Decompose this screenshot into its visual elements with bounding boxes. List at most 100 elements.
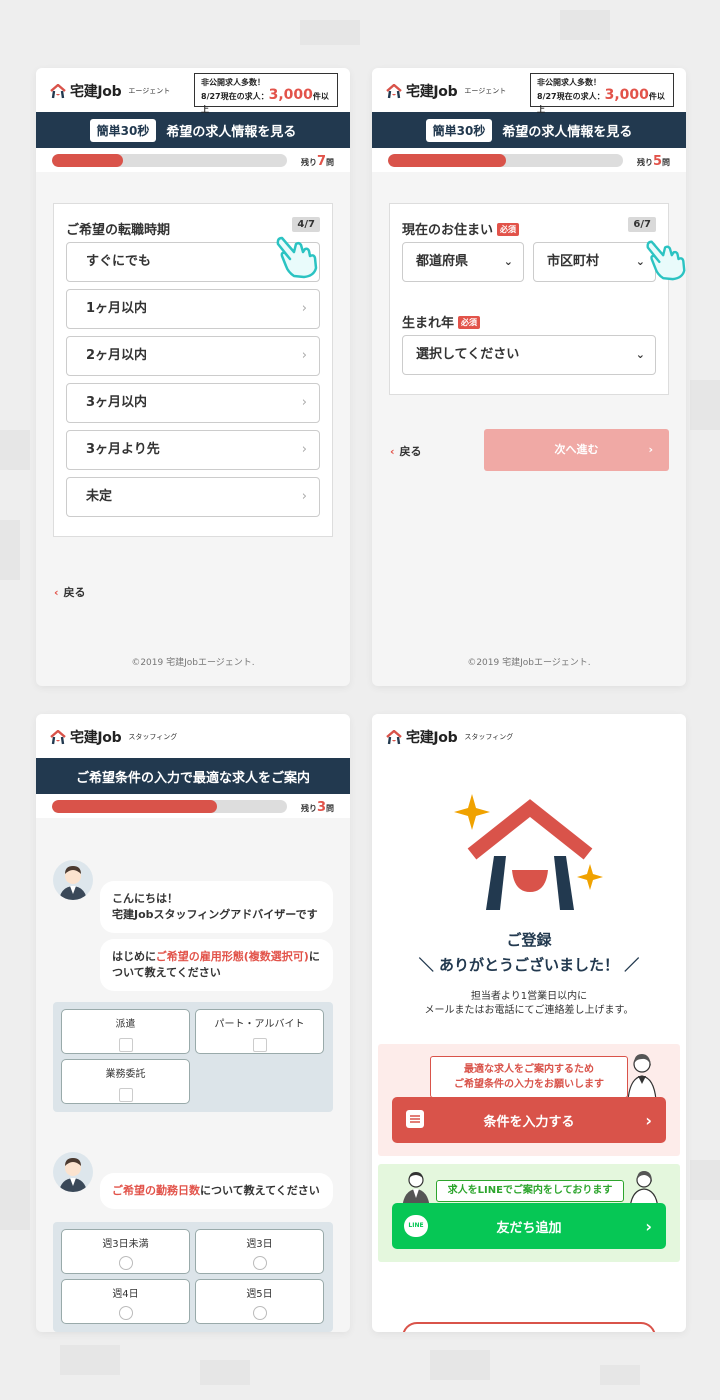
quick-pill: 簡単30秒 (89, 118, 157, 142)
enter-conditions-label: 条件を入力する (483, 1114, 575, 1130)
choice-3-days[interactable]: 週3日 (195, 1229, 324, 1274)
copyright: ©2019 宅建Jobエージェント. (467, 658, 591, 668)
choice-label: パート・アルバイト (214, 1019, 305, 1030)
line-add-friend-button[interactable]: LINE 友だち追加 › (392, 1203, 666, 1249)
option-label: 3ヶ月以内 (86, 395, 148, 410)
line-add-friend-label: 友だち追加 (496, 1220, 562, 1236)
option-label: 3ヶ月より先 (86, 442, 160, 457)
choice-part-time[interactable]: パート・アルバイト (195, 1009, 324, 1054)
choice-contract[interactable]: 業務委託 (61, 1059, 190, 1104)
city-select[interactable]: 市区町村 ⌄ (533, 242, 656, 282)
title-bar: 簡単30秒 希望の求人情報を見る (372, 112, 686, 148)
remaining-prefix: 残り (636, 158, 653, 167)
question-title-address: 現在のお住まい 必須 (402, 219, 520, 238)
remaining-suffix: 問 (326, 804, 334, 813)
question-line2: ついて教えてください (112, 966, 221, 979)
logo[interactable]: 宅建Job エージェント (386, 81, 506, 101)
option-label: 未定 (86, 489, 113, 504)
choice-label: 派遣 (115, 1019, 136, 1030)
progress-track (52, 800, 287, 813)
step-indicator: 6/7 (628, 217, 656, 232)
choice-5-days[interactable]: 週5日 (195, 1279, 324, 1324)
option-undecided[interactable]: 未定 › (66, 477, 320, 517)
line-icon: LINE (404, 1215, 428, 1237)
prefecture-select[interactable]: 都道府県 ⌄ (402, 242, 524, 282)
progress-track (388, 154, 623, 167)
header: 宅建Job エージェント 非公開求人多数！ 8/27現在の求人：3,000件以上 (372, 68, 686, 114)
desc-line1: 担当者より1営業日以内に (470, 991, 588, 1002)
conditions-line1: 最適な求人をご案内するため (464, 1064, 594, 1075)
back-label: 戻る (63, 586, 86, 599)
choice-haken[interactable]: 派遣 (61, 1009, 190, 1054)
workdays-choices: 週3日未満 週3日 週4日 週5日 (53, 1222, 333, 1332)
badge-count: 3,000 (268, 87, 313, 103)
logo[interactable]: 宅建Job エージェント (50, 81, 170, 101)
title-bar-text: ご希望条件の入力で最適な求人をご案内 (75, 770, 310, 786)
checkbox[interactable] (252, 1038, 267, 1052)
chevron-right-icon: › (301, 442, 307, 457)
job-count-badge: 非公開求人多数！ 8/27現在の求人：3,000件以上 (194, 73, 338, 114)
birth-year-select[interactable]: 選択してください ⌄ (402, 335, 656, 375)
chevron-down-icon: ⌄ (635, 348, 645, 361)
radio[interactable] (252, 1256, 267, 1270)
option-1-month[interactable]: 1ヶ月以内 › (66, 289, 320, 329)
question-card: ご希望の転職時期 4/7 すぐにでも › 1ヶ月以内 › 2ヶ月以内 › 3ヶ月以内 ›… (53, 203, 333, 537)
back-link[interactable]: ‹ 戻る (390, 443, 422, 459)
choice-label: 業務委託 (105, 1069, 146, 1080)
line-banner: 求人をLINEでご案内をしております (436, 1180, 624, 1202)
progress-track (52, 154, 287, 167)
advisor-avatar (53, 1152, 93, 1192)
checkbox[interactable] (118, 1088, 133, 1102)
remaining-count: 残り3問 (301, 800, 334, 815)
question-title-birth: 生まれ年 必須 (402, 312, 481, 331)
house-logo-icon (386, 83, 402, 98)
chevron-right-icon: › (301, 395, 307, 410)
choice-under-3-days[interactable]: 週3日未満 (61, 1229, 190, 1274)
remaining-prefix: 残り (300, 158, 317, 167)
next-button[interactable]: 次へ進む › (484, 429, 669, 471)
chevron-right-icon: › (645, 1216, 652, 1236)
remaining-count: 残り5問 (637, 154, 670, 169)
radio[interactable] (118, 1306, 133, 1320)
logo[interactable]: 宅建Job スタッフィング (50, 727, 177, 747)
screen-registration-complete: 宅建Job スタッフィング ご登録 ＼ ありがとうございました！ ／ 担当者より… (372, 714, 686, 1332)
question-highlight: ご希望の勤務日数 (112, 1184, 200, 1197)
chevron-right-icon: › (301, 348, 307, 363)
remaining-suffix: 問 (662, 158, 670, 167)
back-link[interactable]: ‹ 戻る (54, 584, 86, 600)
choice-label: 週3日 (246, 1239, 273, 1250)
badge-date-label: 8/27現在の求人： (537, 92, 605, 101)
logo-subtitle: スタッフィング (128, 733, 178, 741)
next-section-button-edge[interactable] (402, 1322, 656, 1332)
question-title: ご希望の転職時期 (66, 223, 171, 238)
enter-conditions-button[interactable]: 条件を入力する › (392, 1097, 666, 1143)
option-after-3-months[interactable]: 3ヶ月より先 › (66, 430, 320, 470)
logo-subtitle: エージェント (464, 87, 507, 95)
choice-4-days[interactable]: 週4日 (61, 1279, 190, 1324)
progress: 残り7問 (36, 148, 350, 172)
logo[interactable]: 宅建Job スタッフィング (386, 727, 513, 747)
choice-label: 週3日未満 (102, 1239, 149, 1250)
logo-text: 宅建Job (70, 84, 122, 100)
radio[interactable] (252, 1306, 267, 1320)
logo-subtitle: エージェント (128, 87, 171, 95)
prefecture-value: 都道府県 (416, 254, 469, 269)
job-count-badge: 非公開求人多数！ 8/27現在の求人：3,000件以上 (530, 73, 674, 114)
pointer-hand-icon (646, 240, 686, 281)
required-badge: 必須 (497, 223, 520, 236)
greeting-line1: こんにちは！ (112, 892, 178, 905)
checkbox[interactable] (118, 1038, 133, 1052)
question-highlight: ご希望の雇用形態(複数選択可) (155, 950, 309, 963)
chevron-down-icon: ⌄ (503, 255, 513, 268)
quick-pill: 簡単30秒 (425, 118, 493, 142)
conditions-line2: ご希望条件の入力をお願いします (454, 1079, 604, 1090)
step-indicator: 4/7 (292, 217, 320, 232)
city-value: 市区町村 (547, 254, 600, 269)
option-3-months[interactable]: 3ヶ月以内 › (66, 383, 320, 423)
title-bar: 簡単30秒 希望の求人情報を見る (36, 112, 350, 148)
question-card: 現在のお住まい 必須 6/7 都道府県 ⌄ 市区町村 ⌄ 生まれ年 必須 選択してくださ… (389, 203, 686, 395)
thanks-line: ＼ ありがとうございました！ ／ (418, 956, 640, 974)
option-2-months[interactable]: 2ヶ月以内 › (66, 336, 320, 376)
back-label: 戻る (399, 445, 422, 458)
radio[interactable] (118, 1256, 133, 1270)
